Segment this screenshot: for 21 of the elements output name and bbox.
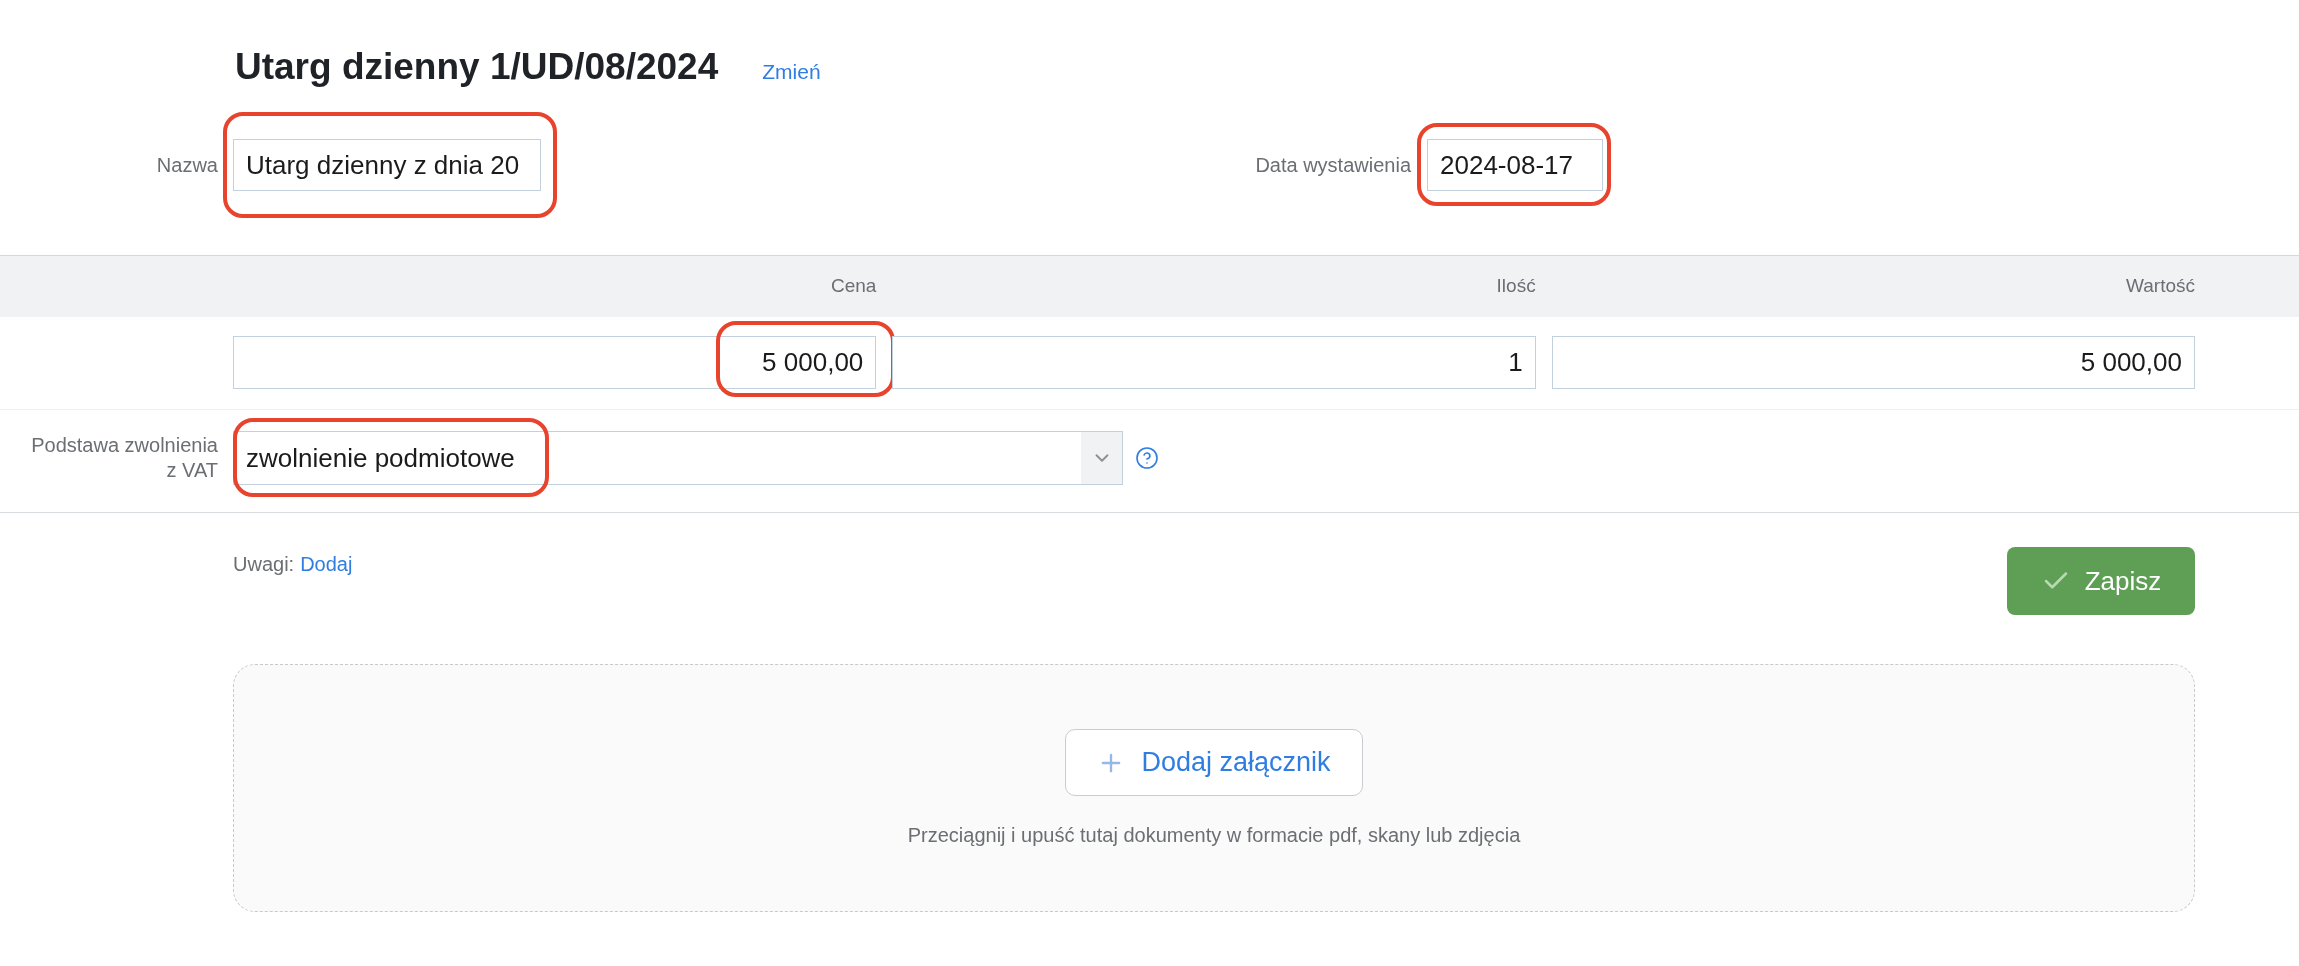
date-label: Data wystawienia	[1255, 153, 1411, 178]
document-title: Utarg dzienny 1/UD/08/2024	[235, 45, 719, 89]
dropdown-toggle[interactable]	[1081, 432, 1122, 484]
help-icon[interactable]	[1135, 446, 1159, 470]
notes-label: Uwagi:	[233, 552, 295, 577]
quantity-column-header: Ilość	[1496, 275, 1536, 297]
amount-field[interactable]: 5 000,00	[1551, 336, 2195, 389]
price-field[interactable]: 5 000,00	[233, 336, 877, 389]
vat-exemption-select[interactable]: zwolnienie podmiotowe	[233, 431, 1123, 485]
vat-exemption-label: Podstawa zwolnienia z VAT	[30, 433, 219, 483]
price-column-header: Cena	[830, 275, 877, 297]
date-field[interactable]: 2024-08-17	[1427, 139, 1603, 191]
quantity-field[interactable]: 1	[892, 336, 1536, 389]
amount-column-header: Wartość	[2126, 275, 2195, 297]
name-field[interactable]: Utarg dzienny z dnia 20	[233, 139, 541, 191]
attachment-drop-zone[interactable]: Dodaj załącznik Przeciągnij i upuść tutaj dokumenty w formacie pdf, skany lub zdjęcia	[233, 664, 2195, 912]
drop-hint: Przeciągnij i upuść tutaj dokumenty w formacie pdf, skany lub zdjęcia	[907, 823, 1521, 848]
name-label: Nazwa	[155, 153, 219, 178]
add-notes-link[interactable]: Dodaj	[300, 549, 353, 579]
change-link[interactable]: Zmień	[762, 56, 821, 88]
add-attachment-button[interactable]: Dodaj załącznik	[1065, 729, 1363, 796]
